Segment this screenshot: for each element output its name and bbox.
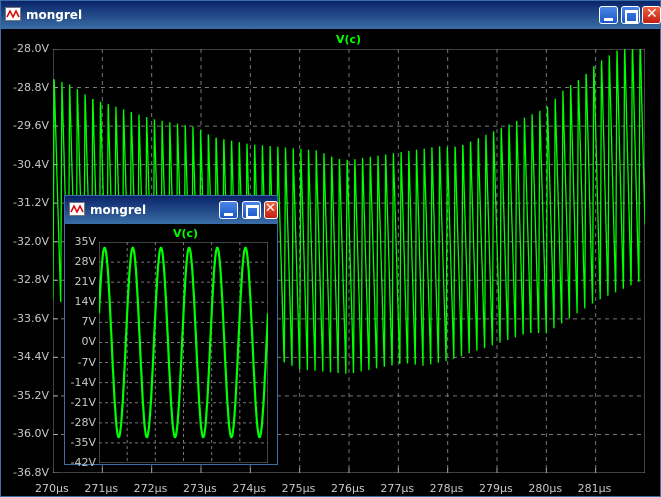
- y-tick-label: -36.8V: [13, 466, 49, 479]
- y-tick-label: -32.8V: [13, 273, 49, 287]
- trace-label[interactable]: V(c): [336, 33, 361, 46]
- inset-y-tick-label: 28V: [74, 255, 96, 269]
- waveform-icon: [5, 7, 21, 21]
- main-title-bar[interactable]: mongrel ✕: [1, 1, 661, 29]
- inset-minimize-button[interactable]: [219, 201, 238, 219]
- y-tick-label: -33.6V: [13, 311, 49, 325]
- y-tick-label: -32.0V: [13, 234, 49, 248]
- inset-y-tick-label: -28V: [70, 415, 97, 429]
- inset-trace-label[interactable]: V(c): [173, 227, 198, 240]
- waveform-icon: [69, 202, 85, 216]
- x-tick-label: 277µs: [380, 482, 415, 495]
- inset-y-tick-label: 14V: [74, 295, 96, 309]
- minimize-button[interactable]: [599, 6, 618, 24]
- inset-y-tick-label: 21V: [74, 275, 96, 289]
- y-tick-label: -35.2V: [13, 388, 49, 402]
- inset-y-tick-label: -21V: [70, 395, 97, 409]
- inset-title-bar[interactable]: mongrel ✕: [65, 196, 278, 224]
- x-tick-label: 281µs: [577, 482, 612, 495]
- y-tick-label: -30.4V: [13, 157, 49, 171]
- inset-y-tick-label: -42V: [70, 456, 97, 469]
- x-tick-label: 276µs: [331, 482, 365, 495]
- x-tick-label: 272µs: [133, 482, 168, 495]
- close-icon: ✕: [646, 6, 658, 22]
- inset-y-tick-label: -7V: [77, 355, 97, 369]
- minimize-icon: [224, 213, 233, 216]
- x-tick-label: 271µs: [84, 482, 119, 495]
- y-tick-label: -36.0V: [13, 427, 49, 441]
- maximize-button[interactable]: [621, 6, 640, 24]
- x-tick-label: 278µs: [429, 482, 464, 495]
- window-title: mongrel: [26, 8, 83, 22]
- inset-window-title: mongrel: [90, 203, 147, 217]
- inset-y-tick-label: -35V: [70, 435, 97, 449]
- inset-y-tick-label: 35V: [74, 235, 96, 248]
- y-tick-label: -28.8V: [13, 80, 49, 94]
- y-tick-label: -29.6V: [13, 119, 49, 133]
- maximize-icon: [246, 205, 259, 218]
- x-tick-label: 274µs: [232, 482, 267, 495]
- y-tick-label: -31.2V: [13, 196, 49, 210]
- close-icon: ✕: [265, 201, 276, 216]
- x-tick-label: 275µs: [281, 482, 316, 495]
- y-tick-label: -28.0V: [13, 42, 49, 55]
- inset-y-tick-label: -14V: [70, 375, 97, 389]
- inset-y-tick-label: 7V: [81, 315, 96, 329]
- x-tick-label: 270µs: [35, 482, 69, 495]
- inset-close-button[interactable]: ✕: [264, 201, 278, 219]
- inset-plot-area[interactable]: [99, 242, 268, 463]
- y-tick-label: -34.4V: [13, 350, 49, 364]
- inset-y-tick-label: 0V: [81, 335, 96, 349]
- inset-window[interactable]: mongrel ✕ V(c) 35V 28V 21V 14V 7V 0V -7V -14V -2…: [64, 195, 278, 469]
- minimize-icon: [604, 18, 613, 21]
- x-tick-label: 280µs: [528, 482, 563, 495]
- close-button[interactable]: ✕: [642, 6, 661, 24]
- x-tick-label: 273µs: [183, 482, 217, 495]
- inset-maximize-button[interactable]: [242, 201, 261, 219]
- maximize-icon: [625, 10, 638, 23]
- x-tick-label: 279µs: [479, 482, 513, 495]
